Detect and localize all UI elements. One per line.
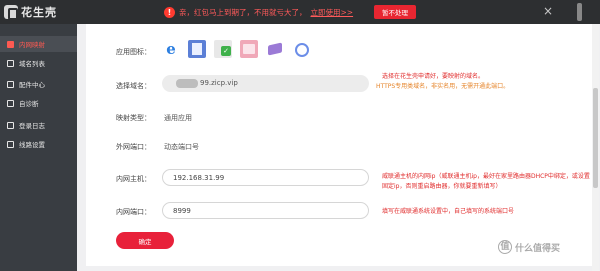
internal-port-value: 8999 <box>173 207 191 215</box>
promo-notice-text: 亲，红包马上到期了，不用就亏大了， <box>179 7 307 17</box>
diagnose-icon <box>7 99 14 107</box>
alert-icon: ! <box>164 6 175 18</box>
app-icon-picker: e <box>162 40 310 58</box>
domain-select[interactable]: 99.zicp.vip <box>162 75 369 92</box>
sidebar-item-label: 自诊断 <box>19 100 39 108</box>
watermark-logo: 值 <box>498 240 512 254</box>
clock-icon[interactable] <box>292 40 310 58</box>
redacted-domain-prefix <box>176 79 198 88</box>
external-port-value: 动态端口号 <box>164 143 199 151</box>
image-icon[interactable] <box>240 40 258 58</box>
document-icon[interactable] <box>188 40 206 58</box>
page-scrollbar[interactable] <box>592 24 599 271</box>
domain-value: 99.zicp.vip <box>200 79 238 87</box>
sidebar-item-label: 登录日志 <box>19 122 45 130</box>
page-scrollbar-thumb[interactable] <box>593 88 598 188</box>
top-scrollbar-thumb[interactable] <box>577 3 582 21</box>
internal-port-label: 内网端口： <box>116 208 151 216</box>
sidebar: 内网映射 域名列表 配件中心 自诊断 登录日志 线路设置 <box>0 24 77 271</box>
logo-icon <box>4 5 18 20</box>
ie-icon[interactable]: e <box>162 40 180 58</box>
domain-note: 选择在花生壳申请好，要映射的域名。 <box>382 73 485 80</box>
sidebar-item-label: 线路设置 <box>19 141 45 149</box>
watermark-text: 什么值得买 <box>515 243 561 254</box>
logo[interactable]: 花生壳 <box>4 5 57 20</box>
settings-icon <box>7 140 14 148</box>
https-note: HTTPS专用类域名，非实名用，无需开通此端口。 <box>376 83 510 90</box>
domain-label: 选择域名： <box>116 82 151 90</box>
sidebar-item-login-log[interactable]: 登录日志 <box>0 117 77 133</box>
external-port-label: 外网端口： <box>116 143 151 151</box>
sidebar-item-accessory-center[interactable]: 配件中心 <box>0 76 77 92</box>
sidebar-item-domain-list[interactable]: 域名列表 <box>0 55 77 71</box>
internal-host-label: 内网主机： <box>116 175 151 183</box>
internal-port-input[interactable]: 8999 <box>162 202 369 219</box>
top-bar: 花生壳 ! 亲，红包马上到期了，不用就亏大了， 立即使用>> 暂不处理 × <box>0 0 600 24</box>
use-now-link[interactable]: 立即使用>> <box>311 7 354 18</box>
sidebar-item-label: 域名列表 <box>19 60 45 68</box>
grid-icon <box>7 80 14 88</box>
internal-host-value: 192.168.31.99 <box>173 174 225 182</box>
sidebar-item-line-settings[interactable]: 线路设置 <box>0 136 77 152</box>
link-icon <box>7 40 14 48</box>
map-type-label: 映射类型： <box>116 114 151 122</box>
list-icon <box>7 59 14 67</box>
logo-text: 花生壳 <box>21 6 57 19</box>
watermark: 值 什么值得买 <box>498 240 560 254</box>
log-icon <box>7 121 14 129</box>
sidebar-item-label: 内网映射 <box>19 41 45 49</box>
internal-host-input[interactable]: 192.168.31.99 <box>162 169 369 186</box>
box-icon[interactable] <box>266 40 284 58</box>
sidebar-item-port-mapping[interactable]: 内网映射 <box>0 36 77 52</box>
internal-host-note-2: 固定ip，否则重启路由器，你就要重新填写） <box>382 183 502 190</box>
confirm-button[interactable]: 确定 <box>116 232 174 249</box>
internal-port-note: 填写在威联通系统设置中，自己填写的系统端口号 <box>382 208 515 215</box>
app-icon-label: 应用图标： <box>116 48 151 56</box>
sidebar-item-label: 配件中心 <box>19 81 45 89</box>
dismiss-button[interactable]: 暂不处理 <box>374 5 416 19</box>
close-icon[interactable]: × <box>541 4 555 18</box>
checklist-icon[interactable] <box>214 40 232 58</box>
main-panel <box>86 24 598 266</box>
internal-host-note: 威联通主机的内网ip（威联通主机ip，最好在家里路由器DHCP中绑定，或设置 <box>382 173 590 180</box>
sidebar-item-self-diagnose[interactable]: 自诊断 <box>0 95 77 111</box>
map-type-value: 通用应用 <box>164 114 192 122</box>
promo-notice: ! 亲，红包马上到期了，不用就亏大了， 立即使用>> <box>164 6 353 18</box>
